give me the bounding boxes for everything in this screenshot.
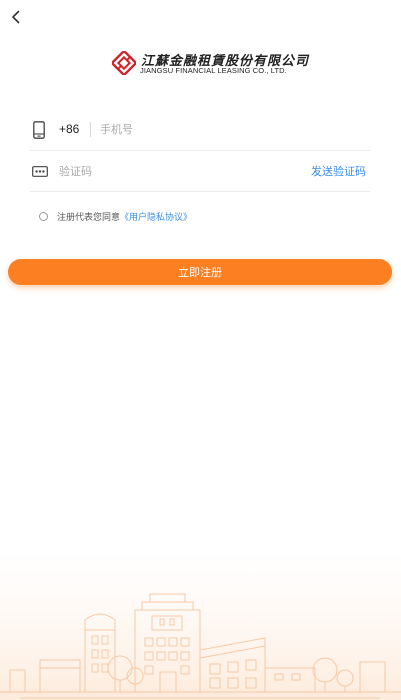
- top-bar: [0, 0, 401, 36]
- chevron-left-icon: [12, 10, 20, 24]
- agreement-text: 注册代表您同意: [57, 212, 121, 223]
- logo-english-name: JIANGSU FINANCIAL LEASING CO., LTD.: [140, 66, 287, 75]
- agreement-radio[interactable]: [39, 211, 48, 221]
- code-row: 发送验证码: [30, 151, 370, 192]
- agreement-row: 注册代表您同意 《用户隐私协议》: [39, 208, 192, 224]
- logo-mark-icon: [112, 51, 136, 75]
- verification-code-input[interactable]: [59, 160, 259, 182]
- register-button[interactable]: 立即注册: [8, 259, 392, 285]
- city-illustration: [0, 550, 401, 700]
- phone-row: +86: [30, 110, 370, 151]
- password-dots-icon: [32, 166, 48, 177]
- mobile-phone-icon: [33, 121, 45, 139]
- vertical-divider: [90, 122, 91, 137]
- company-logo: 江蘇金融租賃股份有限公司 JIANGSU FINANCIAL LEASING C…: [112, 50, 308, 80]
- country-code[interactable]: +86: [59, 122, 79, 136]
- back-button[interactable]: [0, 0, 32, 34]
- send-code-button[interactable]: 发送验证码: [311, 163, 366, 179]
- privacy-agreement-link[interactable]: 《用户隐私协议》: [120, 210, 192, 223]
- phone-input[interactable]: [100, 118, 360, 140]
